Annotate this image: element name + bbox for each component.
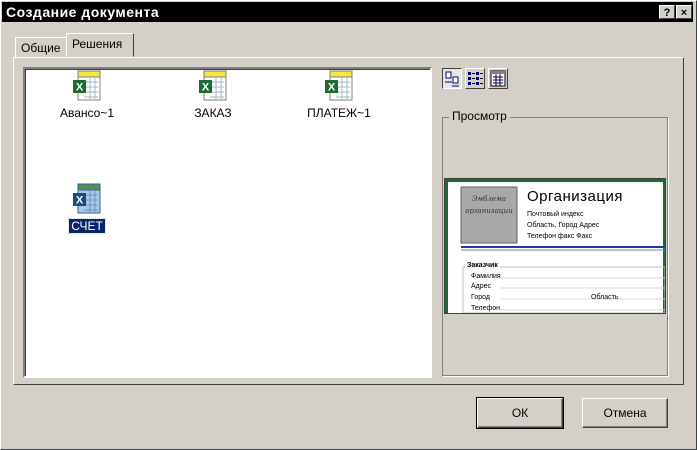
excel-template-icon: X [324,70,354,102]
list-view-icon [468,72,483,85]
file-item-advance[interactable]: X Авансо~1 [37,70,137,120]
svg-text:X: X [76,82,84,94]
file-name: ПЛАТЕЖ~1 [307,106,371,120]
large-icons-view-icon [445,71,459,87]
field-name: Фамилия [471,273,501,280]
svg-text:X: X [202,82,210,94]
file-item-invoice[interactable]: X СЧЕТ [37,183,137,234]
preview-area: Эмблема организации Организация Почтовый… [444,178,666,314]
window-title: Создание документа [6,4,160,20]
org-line-1: Почтовый индекс [527,211,584,218]
preview-label: Просмотр [449,109,510,123]
file-item-payment[interactable]: X ПЛАТЕЖ~1 [289,70,389,120]
svg-text:X: X [328,82,336,94]
excel-template-icon: X [72,70,102,102]
customer-section-title: Заказчик [465,262,500,269]
org-line-2: Область, Город Адрес [527,222,600,229]
tab-general[interactable]: Общие [15,37,67,57]
close-button[interactable]: × [676,5,692,19]
create-document-dialog: Создание документа ? × Общие Решения X А… [0,0,697,450]
file-item-order[interactable]: X ЗАКАЗ [163,70,263,120]
list-view-button[interactable] [465,68,485,89]
file-name: ЗАКАЗ [194,106,232,120]
file-name: СЧЕТ [68,218,106,234]
excel-template-icon: X [198,70,228,102]
file-name: Авансо~1 [59,106,115,120]
field-city: Город [471,294,490,301]
tab-solutions[interactable]: Решения [66,33,134,57]
logo-placeholder: Эмблема организации [465,195,513,215]
tab-general-label: Общие [21,41,61,55]
help-button[interactable]: ? [659,5,675,19]
details-view-button[interactable] [488,68,508,89]
cancel-button[interactable]: Отмена [582,398,668,428]
field-region: Область [591,294,619,301]
excel-workbook-icon: X [72,183,102,215]
field-phone: Телефон [471,305,501,312]
title-bar[interactable]: Создание документа ? × [2,2,693,22]
large-icons-view-button[interactable] [442,68,462,89]
tab-solutions-label: Решения [72,37,123,51]
org-line-3: Телефон факс Факс [527,233,593,240]
ok-button[interactable]: ОК [476,397,564,429]
org-title: Организация [527,188,623,205]
field-address: Адрес [471,283,492,290]
details-view-icon [490,70,506,87]
svg-text:X: X [76,195,84,207]
